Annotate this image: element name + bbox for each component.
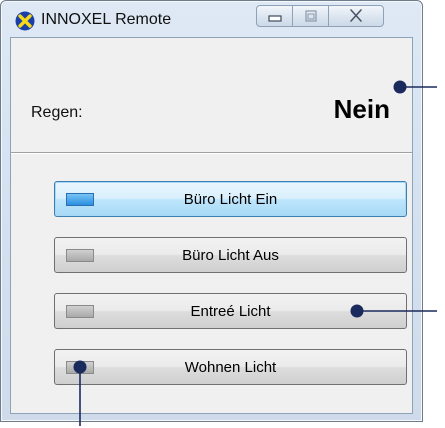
- close-icon: [350, 9, 362, 22]
- app-window: INNOXEL Remote Regen: Nein Büro Licht Ei…: [0, 0, 423, 422]
- wohnen-licht-button[interactable]: Wohnen Licht: [54, 349, 407, 385]
- title-bar[interactable]: INNOXEL Remote: [1, 1, 422, 37]
- button-label: Büro Licht Ein: [183, 191, 278, 208]
- maximize-icon: [304, 10, 317, 22]
- minimize-icon: [267, 15, 282, 22]
- window-title: INNOXEL Remote: [41, 11, 172, 28]
- button-label: Entreé Licht: [190, 303, 271, 320]
- rain-label: Regen:: [31, 104, 83, 121]
- innoxel-x-icon: [15, 11, 35, 31]
- screenshot-stage: INNOXEL Remote Regen: Nein Büro Licht Ei…: [0, 0, 445, 428]
- close-button[interactable]: [328, 5, 384, 27]
- rain-value: Nein: [333, 94, 390, 124]
- buero-licht-aus-button[interactable]: Büro Licht Aus: [54, 237, 407, 273]
- client-area: Regen: Nein Büro Licht Ein Büro Licht Au…: [10, 37, 413, 414]
- separator-line: [11, 152, 412, 154]
- button-label: Büro Licht Aus: [182, 247, 279, 264]
- buero-licht-ein-button[interactable]: Büro Licht Ein: [54, 181, 407, 217]
- entree-licht-button[interactable]: Entreé Licht: [54, 293, 407, 329]
- minimize-button[interactable]: [256, 5, 293, 27]
- button-label: Wohnen Licht: [184, 359, 277, 376]
- maximize-button[interactable]: [292, 5, 329, 27]
